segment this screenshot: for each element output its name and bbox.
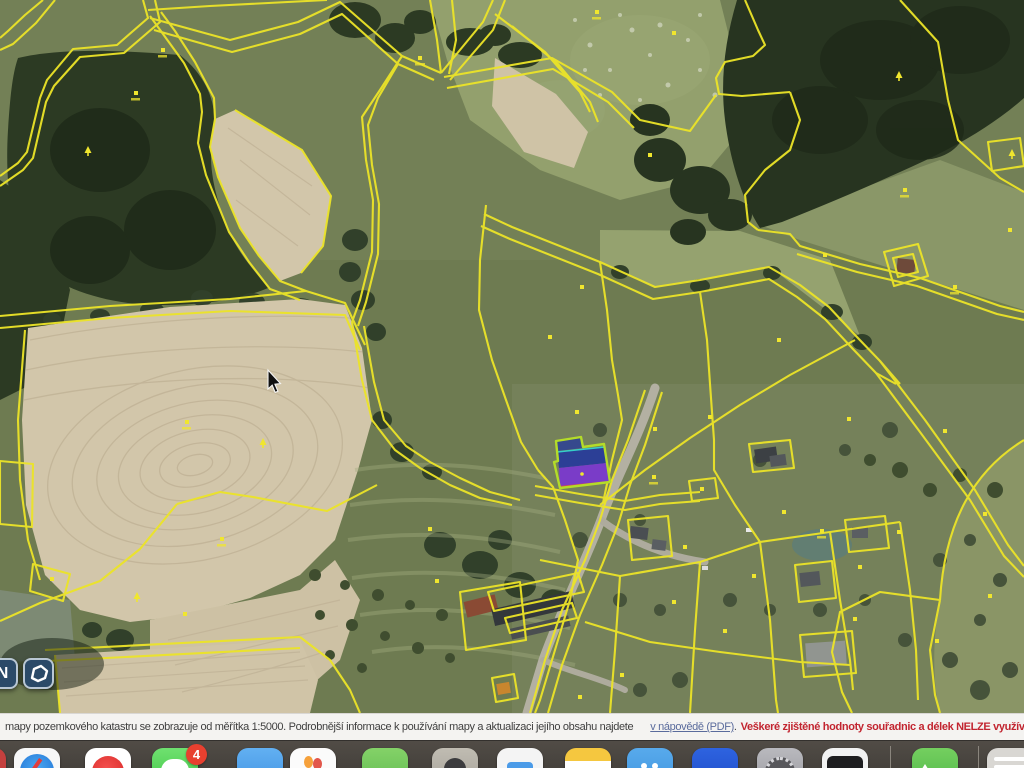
files-icon[interactable] <box>497 748 543 768</box>
edge-partial-icon[interactable] <box>0 748 6 768</box>
parcel-tool-button[interactable] <box>23 658 54 689</box>
music-icon[interactable] <box>85 748 131 768</box>
screen: N mapy pozemkového katastru se zobrazuje… <box>0 0 1024 768</box>
phone-icon[interactable] <box>912 748 958 768</box>
green-app-icon[interactable] <box>362 748 408 768</box>
status-warning-text: Veškeré zjištěné hodnoty souřadnic a dél… <box>741 721 1024 733</box>
north-button-label: N <box>0 665 8 683</box>
appstore-icon[interactable] <box>627 748 673 768</box>
status-separator: . <box>734 721 737 733</box>
camera-icon[interactable] <box>432 748 478 768</box>
status-text: mapy pozemkového katastru se zobrazuje o… <box>5 721 633 733</box>
notification-badge: 4 <box>186 744 207 765</box>
mail-icon[interactable] <box>692 748 738 768</box>
dock-divider <box>978 746 979 768</box>
facetime-icon[interactable] <box>237 748 283 768</box>
notes-icon[interactable] <box>565 748 611 768</box>
stack-icon[interactable] <box>987 748 1024 768</box>
settings-icon[interactable] <box>757 748 803 768</box>
status-bar: mapy pozemkového katastru se zobrazuje o… <box>0 713 1024 740</box>
photos-icon[interactable] <box>290 748 336 768</box>
help-pdf-link[interactable]: v nápovědě (PDF) <box>650 721 734 733</box>
safari-icon[interactable] <box>14 748 60 768</box>
aerial-map-canvas <box>0 0 1024 713</box>
dock-divider <box>890 746 891 768</box>
selected-parcel-highlight[interactable] <box>554 437 610 488</box>
polygon-icon <box>28 663 50 685</box>
cadastral-map[interactable]: N <box>0 0 1024 713</box>
dock: 4 <box>0 740 1024 768</box>
terminal-icon[interactable] <box>822 748 868 768</box>
north-button[interactable]: N <box>0 658 18 689</box>
